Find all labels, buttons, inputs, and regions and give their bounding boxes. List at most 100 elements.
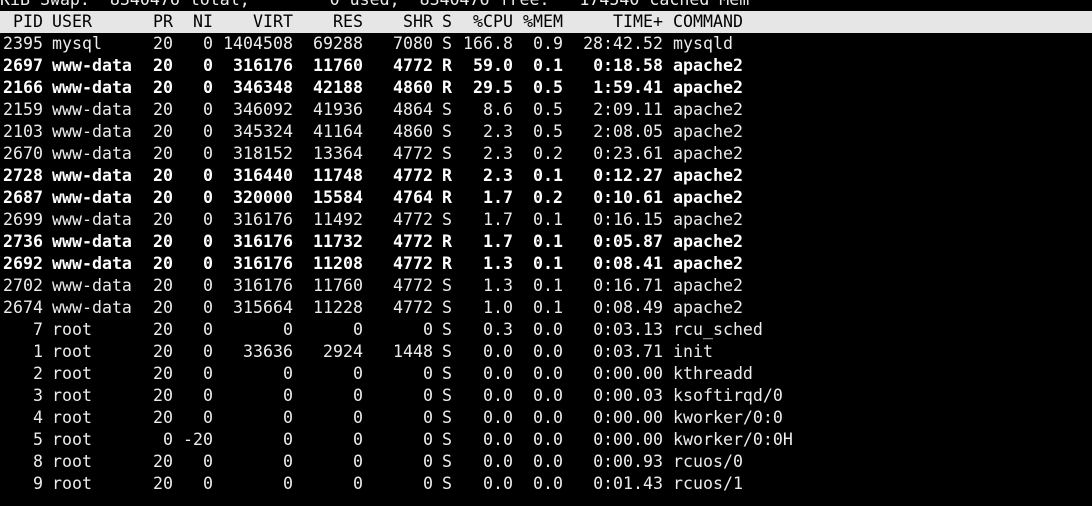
process-res: 0 <box>353 320 363 339</box>
process-shr: 4772 <box>393 276 433 295</box>
process-row[interactable]: 1 root 20 0 33636 2924 1448 S 0.0 0.0 0:03.71 init <box>0 341 1092 363</box>
process-user: root <box>52 474 92 493</box>
process-pid: 2103 <box>3 122 43 141</box>
process-cpu: 1.7 <box>483 232 513 251</box>
process-mem: 0.9 <box>533 34 563 53</box>
process-cpu: 0.0 <box>483 386 513 405</box>
process-virt: 346348 <box>233 78 293 97</box>
process-res: 15584 <box>313 188 363 207</box>
process-res: 42188 <box>313 78 363 97</box>
process-shr: 0 <box>423 386 433 405</box>
process-state: S <box>442 430 452 449</box>
process-pid: 2728 <box>3 166 43 185</box>
process-shr: 0 <box>423 408 433 427</box>
process-cpu: 1.0 <box>483 298 513 317</box>
process-mem: 0.0 <box>533 408 563 427</box>
process-state: R <box>442 254 452 273</box>
process-row[interactable]: 3 root 20 0 0 0 0 S 0.0 0.0 0:00.03 ksoftirqd/0 <box>0 385 1092 407</box>
process-state: S <box>442 100 452 119</box>
process-mem: 0.1 <box>533 56 563 75</box>
process-time: 0:00.00 <box>593 430 663 449</box>
process-row[interactable]: 2166 www-data 20 0 346348 42188 4860 R 29.5 0.5 1:… <box>0 77 1092 99</box>
process-mem: 0.5 <box>533 122 563 141</box>
process-user: mysql <box>52 34 102 53</box>
process-row[interactable]: 2687 www-data 20 0 320000 15584 4764 R 1.7 0.2 0:1… <box>0 187 1092 209</box>
process-pid: 2699 <box>3 210 43 229</box>
swap-summary-text: KiB Swap: 8340476 total, 0 used, 8340476… <box>0 0 749 11</box>
process-command: ksoftirqd/0 <box>673 386 783 405</box>
process-shr: 0 <box>423 430 433 449</box>
process-command: rcuos/1 <box>673 474 743 493</box>
process-nice: 0 <box>203 210 213 229</box>
terminal-window[interactable]: KiB Swap: 8340476 total, 0 used, 8340476… <box>0 0 1092 495</box>
process-priority: 20 <box>153 276 173 295</box>
process-row[interactable]: 2395 mysql 20 0 1404508 69288 7080 S 166.8 0.9 28:… <box>0 33 1092 55</box>
process-row[interactable]: 2736 www-data 20 0 316176 11732 4772 R 1.7 0.1 0:0… <box>0 231 1092 253</box>
process-row[interactable]: 9 root 20 0 0 0 0 S 0.0 0.0 0:01.43 rcuos/1 <box>0 473 1092 495</box>
process-row[interactable]: 5 root 0 -20 0 0 0 S 0.0 0.0 0:00.00 kworker/0:0H <box>0 429 1092 451</box>
process-command: kworker/0:0H <box>673 430 793 449</box>
process-row[interactable]: 2728 www-data 20 0 316440 11748 4772 R 2.3 0.1 0:1… <box>0 165 1092 187</box>
process-shr: 4772 <box>393 166 433 185</box>
process-time: 0:03.13 <box>593 320 663 339</box>
process-state: S <box>442 34 452 53</box>
process-time: 28:42.52 <box>583 34 663 53</box>
process-time: 2:08.05 <box>593 122 663 141</box>
process-time: 0:08.49 <box>593 298 663 317</box>
process-row[interactable]: 2103 www-data 20 0 345324 41164 4860 S 2.3 0.5 2:0… <box>0 121 1092 143</box>
process-command: apache2 <box>673 232 743 251</box>
process-priority: 20 <box>153 386 173 405</box>
process-cpu: 0.0 <box>483 430 513 449</box>
process-row[interactable]: 2674 www-data 20 0 315664 11228 4772 S 1.0 0.1 0:0… <box>0 297 1092 319</box>
process-res: 11748 <box>313 166 363 185</box>
process-shr: 0 <box>423 452 433 471</box>
process-time: 0:00.00 <box>593 364 663 383</box>
header-state: S <box>442 12 452 31</box>
process-mem: 0.1 <box>533 276 563 295</box>
process-row[interactable]: 2699 www-data 20 0 316176 11492 4772 S 1.7 0.1 0:1… <box>0 209 1092 231</box>
process-state: R <box>442 56 452 75</box>
process-row[interactable]: 2692 www-data 20 0 316176 11208 4772 R 1.3 0.1 0:0… <box>0 253 1092 275</box>
process-command: rcu_sched <box>673 320 763 339</box>
process-pid: 8 <box>33 452 43 471</box>
process-row[interactable]: 2697 www-data 20 0 316176 11760 4772 R 59.0 0.1 0:… <box>0 55 1092 77</box>
process-cpu: 1.3 <box>483 254 513 273</box>
process-pid: 2670 <box>3 144 43 163</box>
process-user: root <box>52 364 92 383</box>
process-row[interactable]: 2702 www-data 20 0 316176 11760 4772 S 1.3 0.1 0:1… <box>0 275 1092 297</box>
process-row[interactable]: 4 root 20 0 0 0 0 S 0.0 0.0 0:00.00 kworker/0:0 <box>0 407 1092 429</box>
swap-summary-line: KiB Swap: 8340476 total, 0 used, 8340476… <box>0 0 1092 11</box>
process-user: root <box>52 342 92 361</box>
process-row[interactable]: 8 root 20 0 0 0 0 S 0.0 0.0 0:00.93 rcuos/0 <box>0 451 1092 473</box>
process-res: 69288 <box>313 34 363 53</box>
process-pid: 2736 <box>3 232 43 251</box>
header-virt: VIRT <box>253 12 293 31</box>
process-state: S <box>442 408 452 427</box>
process-res: 11732 <box>313 232 363 251</box>
process-res: 11760 <box>313 56 363 75</box>
process-cpu: 0.0 <box>483 474 513 493</box>
process-state: S <box>442 342 452 361</box>
process-virt: 318152 <box>233 144 293 163</box>
process-command: apache2 <box>673 166 743 185</box>
header-cpu: %CPU <box>473 12 513 31</box>
process-row[interactable]: 2670 www-data 20 0 318152 13364 4772 S 2.3 0.2 0:2… <box>0 143 1092 165</box>
process-row[interactable]: 7 root 20 0 0 0 0 S 0.3 0.0 0:03.13 rcu_sched <box>0 319 1092 341</box>
process-user: www-data <box>52 210 132 229</box>
process-virt: 0 <box>283 430 293 449</box>
process-row[interactable]: 2 root 20 0 0 0 0 S 0.0 0.0 0:00.00 kthreadd <box>0 363 1092 385</box>
process-row[interactable]: 2159 www-data 20 0 346092 41936 4864 S 8.6 0.5 2:0… <box>0 99 1092 121</box>
process-pid: 2166 <box>3 78 43 97</box>
process-mem: 0.0 <box>533 386 563 405</box>
process-priority: 20 <box>153 298 173 317</box>
process-priority: 20 <box>153 232 173 251</box>
process-nice: 0 <box>203 254 213 273</box>
process-command: apache2 <box>673 188 743 207</box>
process-pid: 5 <box>33 430 43 449</box>
process-user: www-data <box>52 276 132 295</box>
process-priority: 20 <box>153 122 173 141</box>
process-nice: 0 <box>203 298 213 317</box>
process-nice: 0 <box>203 78 213 97</box>
process-nice: 0 <box>203 452 213 471</box>
process-pid: 2697 <box>3 56 43 75</box>
